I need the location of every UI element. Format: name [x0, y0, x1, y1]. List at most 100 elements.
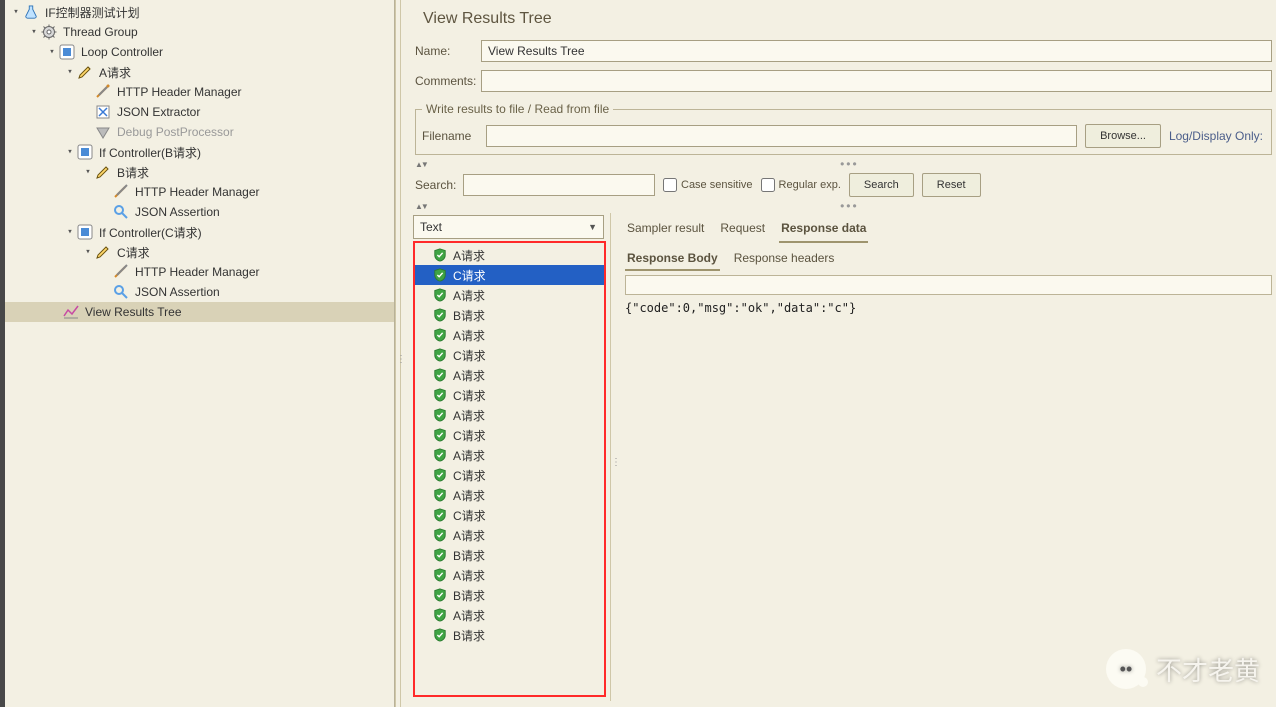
reset-button[interactable]: Reset — [922, 173, 981, 197]
subtab-response-headers[interactable]: Response headers — [732, 249, 837, 271]
tree-node-label: IF控制器测试计划 — [43, 4, 140, 21]
success-shield-icon — [433, 628, 447, 642]
name-label: Name: — [415, 44, 481, 58]
tree-node-test-plan[interactable]: ▾ IF控制器测试计划 — [5, 2, 394, 22]
tab-response-data[interactable]: Response data — [779, 219, 868, 243]
result-item-label: A请求 — [453, 407, 485, 424]
result-item[interactable]: A请求 — [415, 405, 604, 425]
tree-node-http-header-manager-b[interactable]: HTTP Header Manager — [5, 182, 394, 202]
result-item[interactable]: B请求 — [415, 305, 604, 325]
result-item[interactable]: A请求 — [415, 285, 604, 305]
tab-sampler-result[interactable]: Sampler result — [625, 219, 706, 243]
case-sensitive-box[interactable] — [663, 178, 677, 192]
success-shield-icon — [433, 608, 447, 622]
section-collapse-bar-2[interactable]: ▲▼ ••• — [411, 201, 1276, 211]
result-item[interactable]: A请求 — [415, 325, 604, 345]
name-input[interactable] — [481, 40, 1272, 62]
tab-request[interactable]: Request — [718, 219, 767, 243]
success-shield-icon — [433, 468, 447, 482]
tree-node-json-assertion-b[interactable]: JSON Assertion — [5, 202, 394, 222]
renderer-dropdown[interactable]: Text ▼ — [413, 215, 604, 239]
result-item[interactable]: C请求 — [415, 425, 604, 445]
result-item-label: C请求 — [453, 427, 486, 444]
tree-node-view-results-tree[interactable]: View Results Tree — [5, 302, 394, 322]
result-item-label: B请求 — [453, 547, 485, 564]
result-item[interactable]: A请求 — [415, 525, 604, 545]
result-item-label: A请求 — [453, 527, 485, 544]
tree-node-if-controller-c[interactable]: ▾ If Controller(C请求) — [5, 222, 394, 242]
chevron-down-icon: ▼ — [588, 222, 597, 232]
result-item[interactable]: A请求 — [415, 245, 604, 265]
tree-node-label: Thread Group — [61, 25, 138, 39]
tree-node-label: JSON Assertion — [133, 205, 220, 219]
expand-toggle-icon[interactable]: ▾ — [9, 7, 23, 17]
response-body-text[interactable]: {"code":0,"msg":"ok","data":"c"} — [625, 301, 1272, 701]
tree-node-b-request[interactable]: ▾ B请求 — [5, 162, 394, 182]
result-item[interactable]: B请求 — [415, 585, 604, 605]
tree-node-a-request[interactable]: ▾ A请求 — [5, 62, 394, 82]
tree-node-json-extractor[interactable]: JSON Extractor — [5, 102, 394, 122]
result-item-label: A请求 — [453, 567, 485, 584]
success-shield-icon — [433, 408, 447, 422]
subtab-response-body[interactable]: Response Body — [625, 249, 720, 271]
result-item[interactable]: A请求 — [415, 485, 604, 505]
result-item[interactable]: C请求 — [415, 505, 604, 525]
case-sensitive-checkbox[interactable]: Case sensitive — [663, 178, 753, 192]
tree-node-json-assertion-c[interactable]: JSON Assertion — [5, 282, 394, 302]
vertical-splitter[interactable] — [395, 0, 401, 707]
result-item-label: B请求 — [453, 627, 485, 644]
assertion-icon — [113, 204, 129, 220]
result-item[interactable]: C请求 — [415, 345, 604, 365]
write-results-legend: Write results to file / Read from file — [422, 102, 613, 116]
result-item-label: A请求 — [453, 247, 485, 264]
result-item-label: A请求 — [453, 287, 485, 304]
success-shield-icon — [433, 288, 447, 302]
tree-node-if-controller-b[interactable]: ▾ If Controller(B请求) — [5, 142, 394, 162]
success-shield-icon — [433, 528, 447, 542]
expand-toggle-icon[interactable]: ▾ — [63, 227, 77, 237]
sampler-icon — [95, 244, 111, 260]
filename-label: Filename — [422, 129, 478, 143]
tree-node-label: JSON Assertion — [133, 285, 220, 299]
expand-toggle-icon[interactable]: ▾ — [63, 67, 77, 77]
filename-input[interactable] — [486, 125, 1077, 147]
tree-node-http-header-manager[interactable]: HTTP Header Manager — [5, 82, 394, 102]
flask-icon — [23, 4, 39, 20]
tree-node-c-request[interactable]: ▾ C请求 — [5, 242, 394, 262]
test-plan-tree[interactable]: ▾ IF控制器测试计划 ▾ Thread Group ▾ Loop Contro… — [5, 0, 395, 707]
section-collapse-bar[interactable]: ▲▼ ••• — [411, 159, 1276, 169]
regular-exp-checkbox[interactable]: Regular exp. — [761, 178, 841, 192]
results-splitter[interactable] — [611, 213, 617, 701]
regular-exp-box[interactable] — [761, 178, 775, 192]
tree-node-http-header-manager-c[interactable]: HTTP Header Manager — [5, 262, 394, 282]
expand-toggle-icon[interactable]: ▾ — [63, 147, 77, 157]
expand-toggle-icon[interactable]: ▾ — [81, 167, 95, 177]
success-shield-icon — [433, 388, 447, 402]
result-item[interactable]: A请求 — [415, 365, 604, 385]
tree-node-loop-controller[interactable]: ▾ Loop Controller — [5, 42, 394, 62]
result-tabs: Sampler result Request Response data — [621, 213, 1276, 243]
comments-input[interactable] — [481, 70, 1272, 92]
tree-node-label: If Controller(B请求) — [97, 144, 201, 161]
tree-node-debug-postprocessor[interactable]: Debug PostProcessor — [5, 122, 394, 142]
result-item[interactable]: A请求 — [415, 605, 604, 625]
search-input[interactable] — [463, 174, 655, 196]
result-item[interactable]: B请求 — [415, 545, 604, 565]
results-list[interactable]: A请求C请求A请求B请求A请求C请求A请求C请求A请求C请求A请求C请求A请求C… — [413, 241, 606, 697]
success-shield-icon — [433, 448, 447, 462]
result-item[interactable]: A请求 — [415, 445, 604, 465]
result-item[interactable]: C请求 — [415, 385, 604, 405]
result-item[interactable]: C请求 — [415, 265, 604, 285]
header-manager-icon — [113, 184, 129, 200]
search-button[interactable]: Search — [849, 173, 914, 197]
header-manager-icon — [95, 84, 111, 100]
expand-toggle-icon[interactable]: ▾ — [81, 247, 95, 257]
log-display-label[interactable]: Log/Display Only: — [1169, 129, 1263, 143]
result-item[interactable]: C请求 — [415, 465, 604, 485]
expand-toggle-icon[interactable]: ▾ — [27, 27, 41, 37]
expand-toggle-icon[interactable]: ▾ — [45, 47, 59, 57]
result-item[interactable]: A请求 — [415, 565, 604, 585]
browse-button[interactable]: Browse... — [1085, 124, 1161, 148]
result-item[interactable]: B请求 — [415, 625, 604, 645]
tree-node-thread-group[interactable]: ▾ Thread Group — [5, 22, 394, 42]
